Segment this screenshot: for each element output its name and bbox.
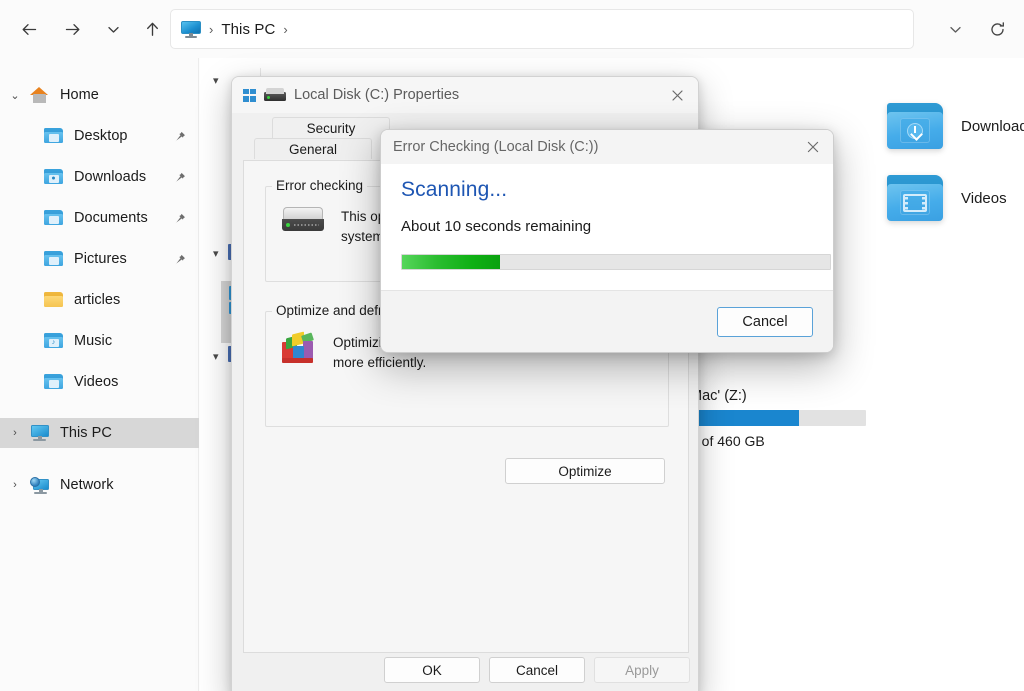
hard-disk-icon xyxy=(282,207,324,233)
folder-desktop-icon xyxy=(44,128,68,144)
forward-button[interactable] xyxy=(55,12,89,46)
chevron-down-icon[interactable]: ⌄ xyxy=(0,89,30,102)
error-checking-dialog[interactable]: Error Checking (Local Disk (C:)) Scannin… xyxy=(380,129,834,353)
up-button[interactable] xyxy=(135,12,169,46)
navigation-toolbar: › This PC › xyxy=(0,0,1024,58)
breadcrumb-separator-1[interactable]: › xyxy=(283,22,287,37)
breadcrumb-this-pc[interactable]: This PC xyxy=(221,21,275,38)
time-remaining-label: About 10 seconds remaining xyxy=(401,218,592,235)
breadcrumb-separator-0: › xyxy=(209,21,214,37)
pin-icon-downloads[interactable] xyxy=(174,171,186,189)
sidebar-item-label-pictures: Pictures xyxy=(74,251,127,267)
tab-label-general: General xyxy=(288,141,338,157)
item-tile-downloads[interactable]: Downloads xyxy=(887,103,1024,149)
folder-yellow-icon xyxy=(44,292,68,308)
group-expander-devices[interactable]: ▾ xyxy=(213,247,219,260)
sidebar-item-documents[interactable]: Documents xyxy=(0,203,199,233)
drive-name-label: Mac' (Z:) xyxy=(690,388,747,404)
properties-title-text: Local Disk (C:) Properties xyxy=(294,87,460,103)
close-icon[interactable] xyxy=(654,77,698,113)
ok-button-label: OK xyxy=(422,662,442,678)
sidebar-item-videos[interactable]: Videos xyxy=(0,367,199,397)
sidebar-item-label-music: Music xyxy=(74,333,113,349)
sidebar-item-articles[interactable]: articles xyxy=(0,285,199,315)
hard-disk-icon xyxy=(264,88,286,102)
pin-icon-pictures[interactable] xyxy=(174,253,186,271)
group-expander-folders[interactable]: ▾ xyxy=(213,74,219,87)
sidebar-item-this-pc[interactable]: › This PC xyxy=(0,418,199,448)
item-tile-label-videos: Videos xyxy=(961,189,1007,207)
cancel-button[interactable]: Cancel xyxy=(489,657,585,683)
address-bar[interactable]: › This PC › xyxy=(170,9,914,49)
sidebar-item-label-home: Home xyxy=(60,87,99,103)
error-checking-footer: Cancel xyxy=(381,290,833,352)
tab-label-security: Security xyxy=(306,120,356,136)
sidebar-item-label-desktop: Desktop xyxy=(74,128,128,144)
apply-button: Apply xyxy=(594,657,690,683)
properties-title-bar[interactable]: Local Disk (C:) Properties xyxy=(232,77,698,113)
cancel-button-label: Cancel xyxy=(515,662,559,678)
sidebar-item-label-network: Network xyxy=(60,477,114,493)
error-checking-title-bar[interactable]: Error Checking (Local Disk (C:)) xyxy=(381,130,833,164)
sidebar-item-pictures[interactable]: Pictures xyxy=(0,244,199,274)
item-tile-videos[interactable]: Videos xyxy=(887,175,1007,221)
scanning-heading: Scanning... xyxy=(401,178,508,201)
optimize-button[interactable]: Optimize xyxy=(505,458,665,484)
sidebar-item-music[interactable]: ♪ Music xyxy=(0,326,199,356)
this-pc-icon xyxy=(181,20,201,38)
refresh-icon[interactable] xyxy=(980,12,1014,46)
chevron-right-icon[interactable]: › xyxy=(0,427,30,439)
chevron-right-icon[interactable]: › xyxy=(0,479,30,491)
apply-button-label: Apply xyxy=(625,662,659,678)
scan-progress-fill xyxy=(402,255,501,269)
drive-item-mac-z[interactable]: Mac' (Z:) e of 460 GB xyxy=(690,388,866,449)
scan-progress-bar xyxy=(401,254,831,270)
address-dropdown-button[interactable] xyxy=(938,12,972,46)
ok-button[interactable]: OK xyxy=(384,657,480,683)
navigation-pane: ⌄ Home Desktop ● Downloads Documents Pic… xyxy=(0,58,199,691)
pin-icon-desktop[interactable] xyxy=(174,130,186,148)
this-pc-icon xyxy=(30,425,54,441)
sidebar-item-desktop[interactable]: Desktop xyxy=(0,121,199,151)
home-icon xyxy=(30,87,54,103)
drive-usage-fill xyxy=(690,410,800,426)
sidebar-item-label-documents: Documents xyxy=(74,210,148,226)
optimize-description-line2: more efficiently. xyxy=(333,354,427,370)
group-expander-network-locations[interactable]: ▾ xyxy=(213,350,219,363)
cancel-scan-button-label: Cancel xyxy=(742,314,788,330)
pin-icon-documents[interactable] xyxy=(174,212,186,230)
optimize-legend: Optimize and defra xyxy=(272,303,395,318)
screen: › This PC › ⌄ Home Desktop ● Downloads D… xyxy=(0,0,1024,691)
sidebar-item-label-articles: articles xyxy=(74,292,121,308)
sidebar-item-downloads[interactable]: ● Downloads xyxy=(0,162,199,192)
drive-usage-bar xyxy=(690,410,866,426)
sidebar-item-label-this-pc: This PC xyxy=(60,425,112,441)
sidebar-item-label-downloads: Downloads xyxy=(74,169,147,185)
defrag-icon xyxy=(282,331,316,363)
folder-music-icon: ♪ xyxy=(44,333,68,349)
drive-capacity-label: e of 460 GB xyxy=(690,433,765,449)
folder-videos-icon xyxy=(887,175,943,221)
folder-videos-icon xyxy=(44,374,68,390)
error-checking-title-text: Error Checking (Local Disk (C:)) xyxy=(393,139,599,155)
folder-documents-icon xyxy=(44,210,68,226)
sidebar-item-home[interactable]: ⌄ Home xyxy=(0,80,199,110)
network-icon xyxy=(30,477,54,494)
error-checking-legend: Error checking xyxy=(272,178,368,193)
windows-logo-icon xyxy=(243,88,256,102)
folder-downloads-icon: ● xyxy=(44,169,68,185)
sidebar-item-network[interactable]: › Network xyxy=(0,470,199,500)
close-icon[interactable] xyxy=(791,130,833,164)
optimize-button-label: Optimize xyxy=(558,463,612,479)
folder-downloads-icon xyxy=(887,103,943,149)
item-tile-label-downloads: Downloads xyxy=(961,117,1024,135)
tab-security[interactable]: Security xyxy=(272,117,390,138)
folder-pictures-icon xyxy=(44,251,68,267)
recent-locations-button[interactable] xyxy=(96,12,130,46)
back-button[interactable] xyxy=(12,12,46,46)
sidebar-item-label-videos: Videos xyxy=(74,374,119,390)
cancel-scan-button[interactable]: Cancel xyxy=(717,307,813,337)
tab-general[interactable]: General xyxy=(254,138,372,159)
error-checking-body: Scanning... About 10 seconds remaining xyxy=(381,164,833,292)
